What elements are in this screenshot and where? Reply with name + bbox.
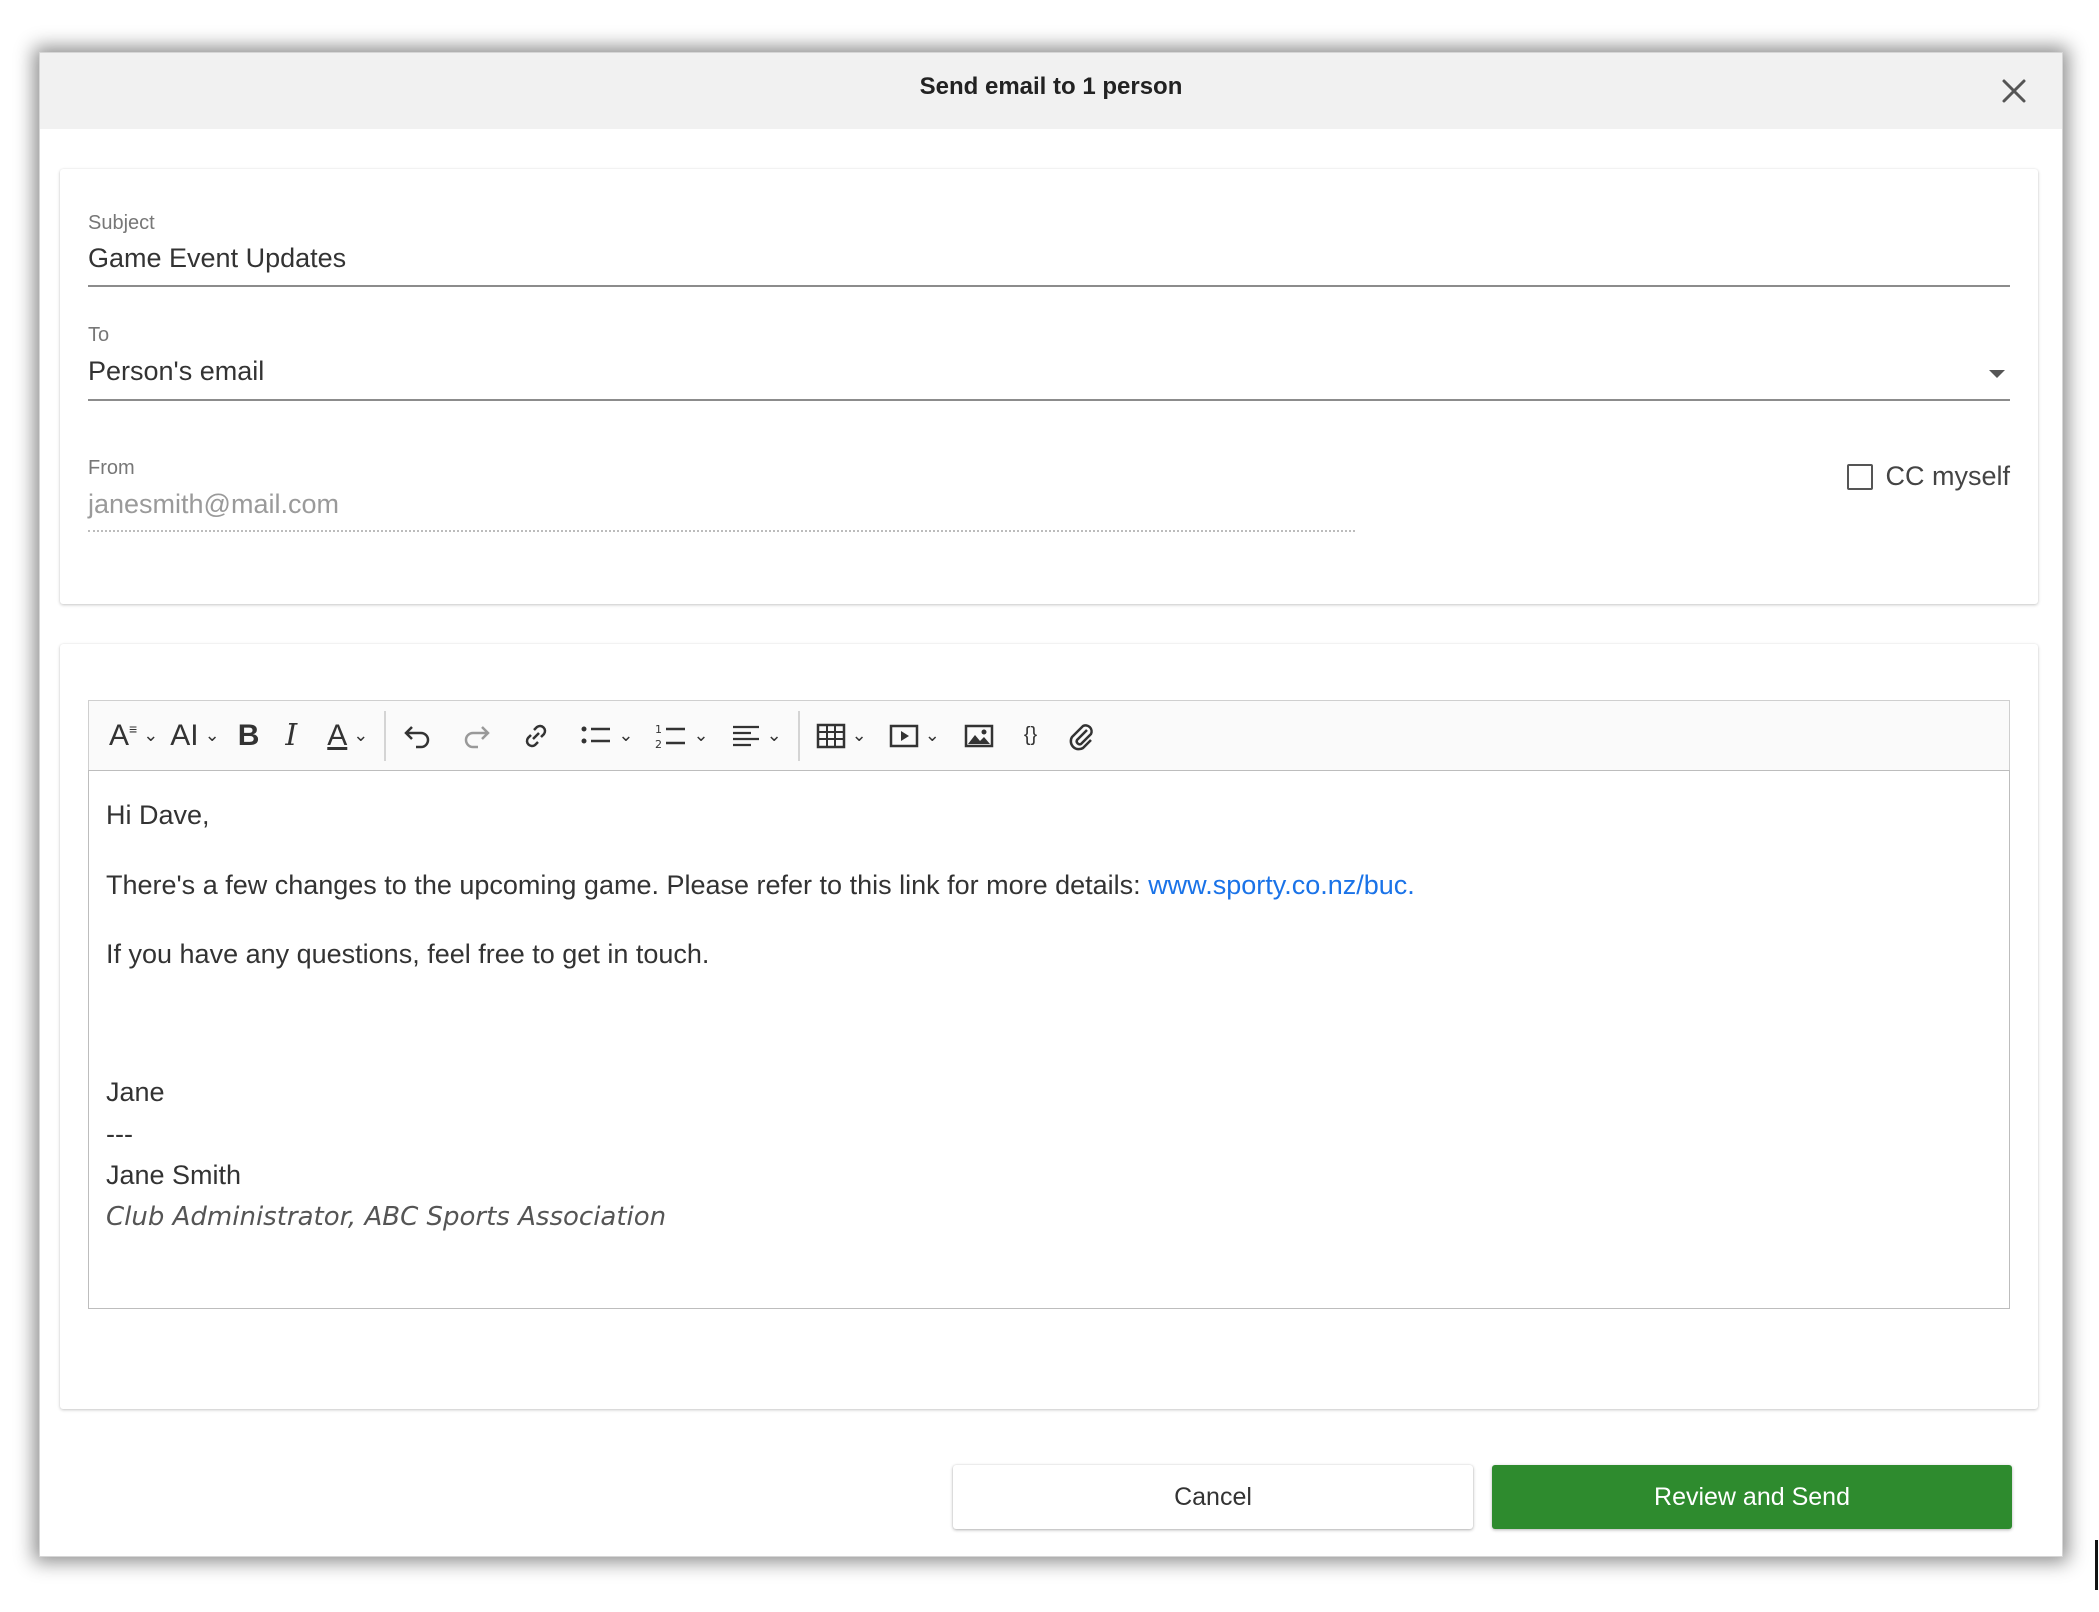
font-family-button[interactable]: A≡ ⌄ bbox=[103, 711, 164, 761]
link-icon bbox=[526, 724, 547, 747]
caret-down-icon[interactable] bbox=[1988, 368, 2006, 380]
redo-button[interactable] bbox=[456, 711, 498, 761]
details-link[interactable]: www.sporty.co.nz/buc. bbox=[1148, 870, 1415, 900]
numbered-list-button[interactable]: 1 2 ⌄ bbox=[649, 711, 714, 761]
chevron-down-icon: ⌄ bbox=[851, 725, 867, 745]
svg-text:2: 2 bbox=[655, 738, 662, 750]
bullet-list-button[interactable]: ⌄ bbox=[574, 711, 639, 761]
chevron-down-icon: ⌄ bbox=[204, 725, 220, 745]
italic-icon: I bbox=[285, 718, 298, 753]
signature-full-name: Jane Smith bbox=[106, 1160, 242, 1191]
align-icon bbox=[732, 725, 759, 746]
media-icon bbox=[889, 724, 918, 747]
from-underline bbox=[88, 530, 1355, 532]
from-label: From bbox=[88, 457, 135, 479]
bullet-list-icon bbox=[581, 726, 611, 743]
bold-icon: B bbox=[237, 718, 260, 752]
undo-icon bbox=[404, 725, 430, 748]
to-select[interactable]: Person's email bbox=[88, 356, 264, 387]
align-button[interactable]: ⌄ bbox=[725, 711, 788, 761]
subject-label: Subject bbox=[88, 212, 155, 234]
attachment-button[interactable] bbox=[1061, 711, 1101, 761]
chevron-down-icon: ⌄ bbox=[143, 725, 159, 745]
subject-input[interactable]: Game Event Updates bbox=[88, 243, 346, 274]
signature-separator: --- bbox=[106, 1118, 133, 1149]
font-family-icon: A≡ bbox=[109, 718, 138, 752]
editor-toolbar: A≡ ⌄ AI ⌄ B I A ⌄ ⌄ 1 2 ⌄ ⌄ ⌄ ⌄ {} bbox=[88, 700, 2010, 770]
body-greeting: Hi Dave, bbox=[106, 800, 210, 830]
dialog-title: Send email to 1 person bbox=[919, 73, 1183, 100]
body-line-2: If you have any questions, feel free to … bbox=[106, 939, 710, 970]
table-button[interactable]: ⌄ bbox=[810, 711, 873, 761]
signature-title: Club Administrator, ABC Sports Associati… bbox=[106, 1202, 667, 1233]
to-label: To bbox=[88, 324, 110, 346]
dialog-title-bar: Send email to 1 person bbox=[40, 53, 2062, 129]
italic-button[interactable]: I bbox=[279, 711, 303, 761]
email-body-card: A≡ ⌄ AI ⌄ B I A ⌄ ⌄ 1 2 ⌄ ⌄ ⌄ ⌄ {} Hi Da… bbox=[60, 644, 2038, 1409]
review-and-send-button[interactable]: Review and Send bbox=[1492, 1465, 2012, 1529]
numbered-list-icon: 12 bbox=[655, 723, 686, 750]
cc-myself-label: CC myself bbox=[1885, 461, 2010, 491]
send-email-dialog: Send email to 1 person Subject Game Even… bbox=[40, 53, 2062, 1556]
redo-icon bbox=[465, 725, 491, 748]
from-field: janesmith@mail.com bbox=[88, 489, 339, 519]
table-icon bbox=[816, 723, 845, 748]
body-sign-name: Jane bbox=[106, 1077, 165, 1108]
cancel-button[interactable]: Cancel bbox=[953, 1465, 1473, 1529]
link-button[interactable] bbox=[516, 711, 556, 761]
undo-button[interactable] bbox=[396, 711, 438, 761]
text-color-icon: A bbox=[327, 718, 348, 752]
bold-button[interactable]: B bbox=[232, 711, 266, 761]
toolbar-divider bbox=[797, 710, 800, 761]
svg-text:1: 1 bbox=[655, 723, 662, 736]
chevron-down-icon: ⌄ bbox=[693, 725, 709, 745]
media-button[interactable]: ⌄ bbox=[883, 711, 946, 761]
close-button[interactable] bbox=[1994, 71, 2034, 111]
body-line-1: There's a few changes to the upcoming ga… bbox=[106, 869, 1992, 901]
image-icon bbox=[964, 724, 994, 747]
text-color-button[interactable]: A ⌄ bbox=[321, 711, 374, 761]
chevron-down-icon: ⌄ bbox=[766, 725, 782, 745]
font-size-button[interactable]: AI ⌄ bbox=[164, 711, 225, 761]
image-button[interactable] bbox=[958, 711, 1000, 761]
code-icon: {} bbox=[1023, 724, 1038, 746]
cc-myself-toggle[interactable]: CC myself bbox=[1847, 461, 2010, 492]
chevron-down-icon: ⌄ bbox=[618, 725, 634, 745]
close-icon bbox=[2002, 79, 2026, 103]
subject-underline bbox=[88, 285, 2010, 287]
to-underline bbox=[88, 399, 2010, 401]
text-cursor-icon bbox=[2095, 1540, 2098, 1590]
chevron-down-icon: ⌄ bbox=[353, 725, 369, 745]
cc-myself-checkbox[interactable] bbox=[1847, 463, 1874, 490]
font-size-icon: AI bbox=[170, 718, 199, 752]
email-body-editor[interactable]: Hi Dave, There's a few changes to the up… bbox=[88, 770, 2010, 1309]
chevron-down-icon: ⌄ bbox=[924, 725, 940, 745]
body-line-1-text: There's a few changes to the upcoming ga… bbox=[106, 869, 1149, 900]
attachment-icon bbox=[1069, 723, 1093, 750]
toolbar-divider bbox=[384, 710, 387, 761]
code-button[interactable]: {} bbox=[1018, 711, 1043, 761]
email-fields-card: Subject Game Event Updates To Person's e… bbox=[60, 169, 2038, 604]
